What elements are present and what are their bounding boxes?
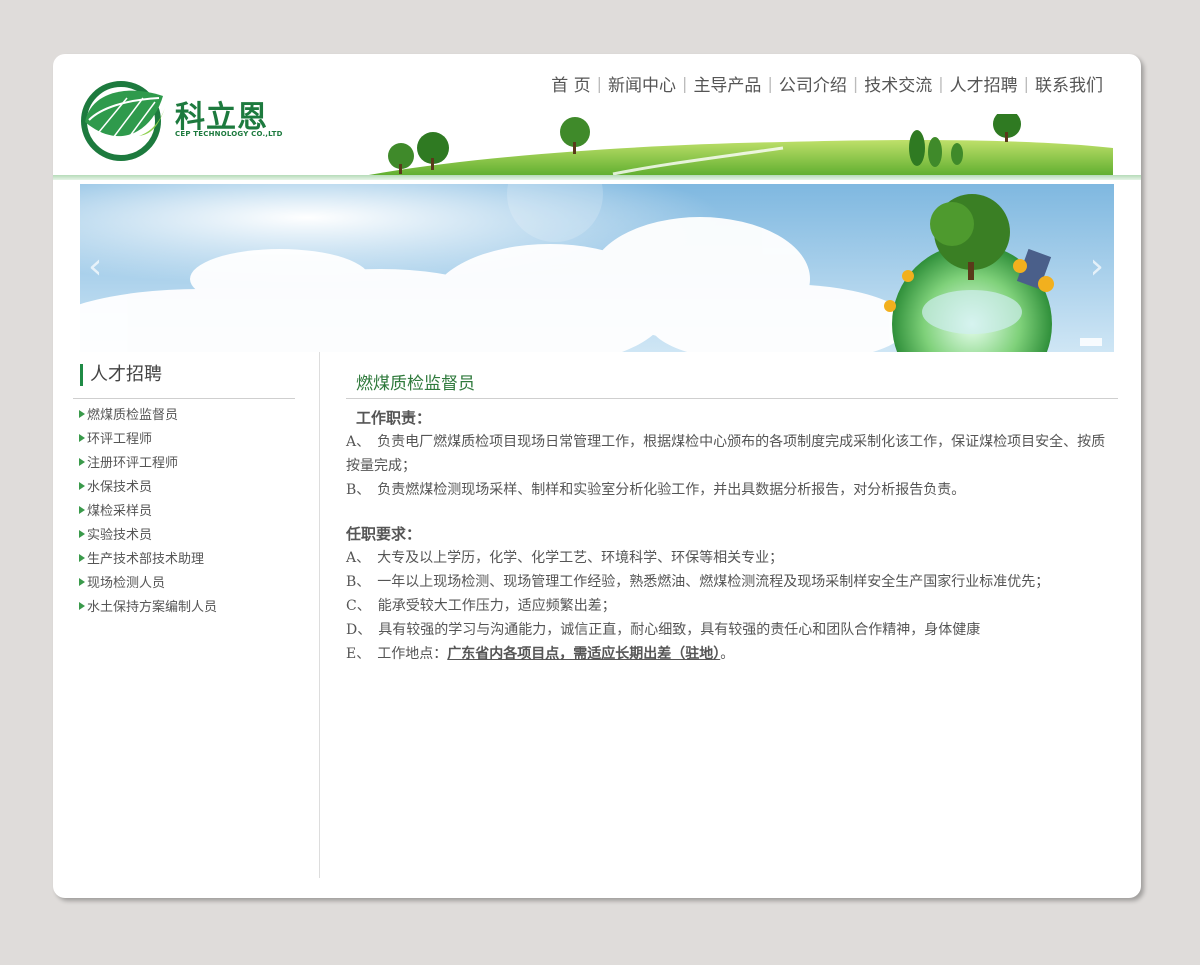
sidebar-item-label: 环评工程师 [87, 432, 153, 447]
duties-heading: 工作职责： [356, 409, 432, 427]
hero-banner: ‹ › [80, 184, 1114, 352]
location-suffix: 。 [720, 646, 735, 662]
sidebar-item[interactable]: 煤检采样员 [79, 500, 217, 524]
duty-item: A、 负责电厂燃煤质检项目现场日常管理工作，根据煤检中心颁布的各项制度完成采制化… [346, 434, 1106, 474]
sidebar-item[interactable]: 注册环评工程师 [79, 452, 217, 476]
requirement-item: C、 能承受较大工作压力，适应频繁出差； [346, 598, 616, 614]
sidebar-item[interactable]: 燃煤质检监督员 [79, 404, 217, 428]
chevron-left-icon: ‹ [88, 246, 103, 287]
sidebar-item[interactable]: 水土保持方案编制人员 [79, 596, 217, 620]
arrow-right-icon [79, 482, 85, 490]
sidebar-item-label: 生产技术部技术助理 [87, 552, 205, 567]
sidebar-item-label: 水土保持方案编制人员 [87, 600, 218, 615]
nav-separator: | [1023, 74, 1029, 93]
requirement-item: D、 具有较强的学习与沟通能力，诚信正直，耐心细致，具有较强的责任心和团队合作精… [346, 622, 981, 638]
job-title: 燃煤质检监督员 [356, 374, 475, 394]
duty-item: B、 负责燃煤检测现场采样、制样和实验室分析化验工作，并出具数据分析报告，对分析… [346, 482, 966, 498]
banner-pager-indicator[interactable] [1080, 338, 1102, 346]
sidebar-item[interactable]: 生产技术部技术助理 [79, 548, 217, 572]
arrow-right-icon [79, 458, 85, 466]
nav-about[interactable]: 公司介绍 [777, 71, 849, 96]
nav-separator: | [682, 74, 688, 93]
nav-home[interactable]: 首 页 [549, 71, 592, 96]
logo-name-en: CEP TECHNOLOGY CO.,LTD [175, 130, 283, 138]
requirement-item: B、 一年以上现场检测、现场管理工作经验，熟悉燃油、燃煤检测流程及现场采制样安全… [346, 574, 1050, 590]
page-container: 科立恩 CEP TECHNOLOGY CO.,LTD 首 页 | 新闻中心 | … [53, 54, 1141, 898]
sky-earth-banner-image [80, 184, 1114, 352]
requirement-item: A、 大专及以上学历，化学、化学工艺、环境科学、环保等相关专业； [346, 550, 784, 566]
sidebar-item[interactable]: 现场检测人员 [79, 572, 217, 596]
nav-separator: | [852, 74, 859, 93]
sidebar-item-label: 煤检采样员 [87, 504, 153, 519]
header-divider [53, 175, 1141, 180]
arrow-right-icon [79, 530, 85, 538]
sidebar-title: 人才招聘 [80, 364, 162, 386]
banner-next-button[interactable]: › [1090, 249, 1104, 285]
sidebar-item-label: 水保技术员 [87, 480, 153, 495]
nav-products[interactable]: 主导产品 [691, 71, 763, 96]
leaf-logo-icon [81, 81, 165, 161]
arrow-right-icon [79, 602, 85, 610]
column-divider [319, 352, 320, 878]
location-item: E、 工作地点：广东省内各项目点，需适应长期出差（驻地）。 [346, 642, 1116, 666]
nav-careers[interactable]: 人才招聘 [948, 71, 1020, 96]
location-prefix: E、 工作地点： [346, 646, 448, 662]
banner-prev-button[interactable]: ‹ [88, 249, 102, 285]
sidebar-item[interactable]: 水保技术员 [79, 476, 217, 500]
arrow-right-icon [79, 434, 85, 442]
sidebar-item-label: 实验技术员 [87, 528, 153, 543]
sidebar-item-label: 现场检测人员 [87, 576, 166, 591]
grass-hill-image [363, 114, 1113, 176]
nav-news[interactable]: 新闻中心 [606, 71, 678, 96]
sidebar-item-label: 注册环评工程师 [87, 456, 179, 471]
arrow-right-icon [79, 410, 85, 418]
nav-separator: | [938, 74, 944, 93]
requirements-heading: 任职要求： [346, 525, 422, 543]
arrow-right-icon [79, 506, 85, 514]
nav-separator: | [596, 74, 603, 93]
work-location: 广东省内各项目点，需适应长期出差（驻地） [447, 646, 721, 662]
sidebar-item-label: 燃煤质检监督员 [87, 408, 179, 423]
main-nav: 首 页 | 新闻中心 | 主导产品 | 公司介绍 | 技术交流 | 人才招聘 |… [549, 71, 1105, 96]
nav-separator: | [767, 74, 773, 93]
sidebar-item[interactable]: 环评工程师 [79, 428, 217, 452]
sidebar-job-list: 燃煤质检监督员 环评工程师 注册环评工程师 水保技术员 煤检采样员 实验技术员 … [79, 404, 217, 620]
nav-contact[interactable]: 联系我们 [1033, 71, 1105, 96]
chevron-right-icon: › [1089, 246, 1104, 287]
arrow-right-icon [79, 554, 85, 562]
sidebar-divider [73, 398, 295, 399]
sidebar-item[interactable]: 实验技术员 [79, 524, 217, 548]
job-description: 工作职责： A、 负责电厂燃煤质检项目现场日常管理工作，根据煤检中心颁布的各项制… [346, 406, 1116, 666]
logo[interactable]: 科立恩 CEP TECHNOLOGY CO.,LTD [77, 78, 307, 168]
arrow-right-icon [79, 578, 85, 586]
nav-tech[interactable]: 技术交流 [862, 71, 934, 96]
content-divider [346, 398, 1118, 399]
